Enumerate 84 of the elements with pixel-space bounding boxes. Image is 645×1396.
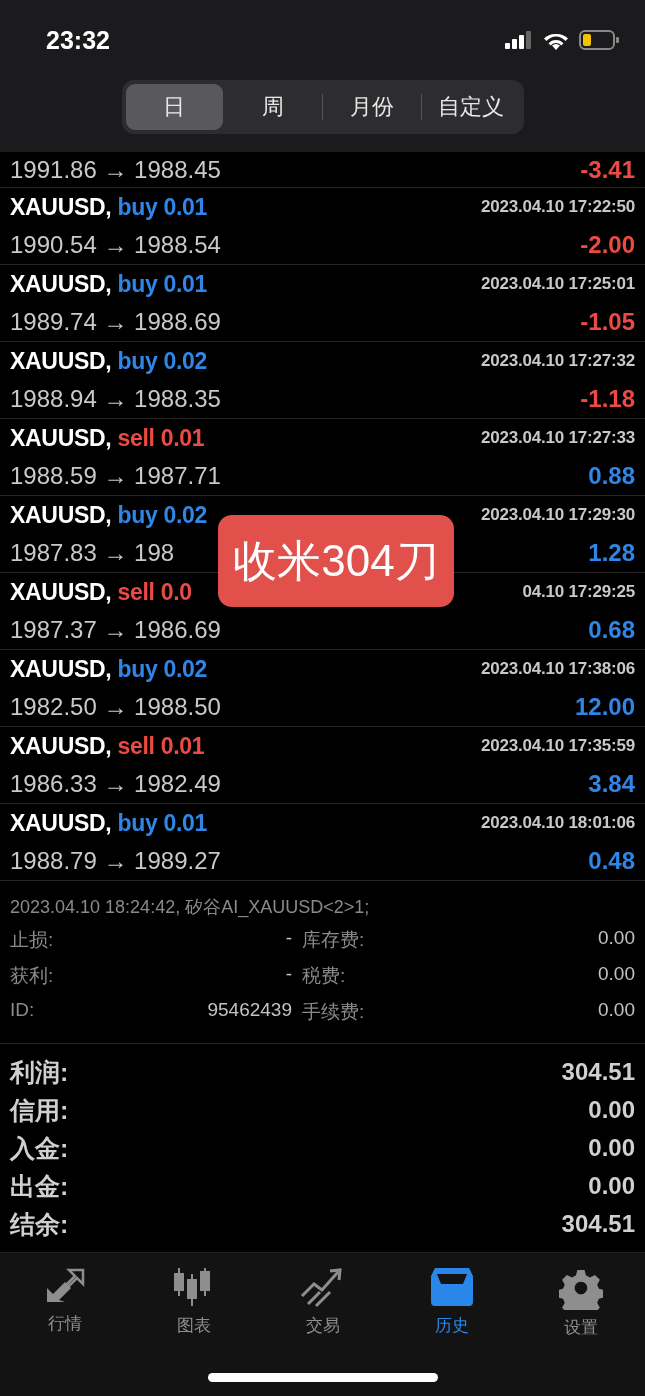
profit-value: 12.00 <box>574 693 635 721</box>
detail-value: - <box>284 963 292 986</box>
summary-label: 结余: <box>10 1208 69 1240</box>
order-label: sell 0.01 <box>117 732 205 760</box>
deal-time: 04.10 17:29:25 <box>522 582 635 602</box>
detail-label: 止损: <box>10 928 55 952</box>
profit-value: 3.84 <box>588 770 635 798</box>
profit-value: -1.05 <box>580 308 635 336</box>
detail-value: 0.00 <box>597 927 635 950</box>
deal-time: 2023.04.10 18:01:06 <box>480 813 635 833</box>
battery-icon <box>579 30 619 50</box>
price-range: 1988.94 → 1988.35 <box>10 385 221 413</box>
detail-label: 获利: <box>10 964 55 988</box>
price-range: 1988.59 → 1987.71 <box>10 462 221 490</box>
symbol-label: XAUUSD, <box>10 193 112 221</box>
profit-value: 0.88 <box>588 462 635 490</box>
detail-label: 税费: <box>302 964 347 988</box>
order-label: buy 0.01 <box>117 193 208 221</box>
deal-comment: 2023.04.10 18:24:42, 矽谷AI_XAUUSD<2>1; <box>9 896 371 920</box>
order-label: buy 0.01 <box>117 270 208 298</box>
symbol-label: XAUUSD, <box>10 270 112 298</box>
profit-value: -3.41 <box>580 155 635 184</box>
detail-value: 0.00 <box>597 963 635 986</box>
summary-value: 0.00 <box>588 1172 635 1200</box>
deal-time: 2023.04.10 17:25:01 <box>480 274 635 294</box>
nav-tab[interactable]: 交易 <box>258 1265 387 1340</box>
deal-time: 2023.04.10 17:38:06 <box>480 659 635 679</box>
profit-value: 0.68 <box>588 616 635 644</box>
summary-value: 304.51 <box>561 1058 635 1086</box>
deal-time: 2023.04.10 17:27:32 <box>480 351 635 371</box>
profit-value: -2.00 <box>580 231 635 259</box>
nav-tab[interactable]: 图表 <box>129 1265 258 1340</box>
nav-tab[interactable]: 行情 <box>0 1265 129 1340</box>
nav-tab[interactable]: 历史 <box>387 1265 516 1340</box>
price-range: 1982.50 → 1988.50 <box>10 693 221 721</box>
deal-time: 2023.04.10 17:27:33 <box>480 428 635 448</box>
price-range: 1986.33 → 1982.49 <box>10 770 221 798</box>
deal-time: 2023.04.10 17:29:30 <box>480 505 635 525</box>
detail-label: ID: <box>10 999 36 1022</box>
profit-value: 0.48 <box>588 847 635 875</box>
price-range: 1988.79 → 1989.27 <box>10 847 221 875</box>
symbol-label: XAUUSD, <box>10 347 112 375</box>
price-range: 1991.86 → 1988.45 <box>10 155 221 184</box>
profit-value: -1.18 <box>580 385 635 413</box>
summary-value: 0.00 <box>588 1134 635 1162</box>
order-label: sell 0.01 <box>117 424 205 452</box>
symbol-label: XAUUSD, <box>10 732 112 760</box>
price-range: 1987.83 → 198 <box>10 539 175 567</box>
order-label: buy 0.02 <box>117 347 208 375</box>
period-tab[interactable]: 周 <box>224 84 322 130</box>
detail-label: 库存费: <box>302 928 366 952</box>
period-tab[interactable]: 日 <box>125 84 224 130</box>
period-tab[interactable]: 自定义 <box>421 84 520 130</box>
order-label: buy 0.02 <box>117 655 208 683</box>
summary-label: 利润: <box>10 1056 69 1088</box>
symbol-label: XAUUSD, <box>10 424 112 452</box>
price-range: 1989.74 → 1988.69 <box>10 308 221 336</box>
price-range: 1987.37 → 1986.69 <box>10 616 221 644</box>
summary-value: 0.00 <box>588 1096 635 1124</box>
deal-time: 2023.04.10 17:35:59 <box>480 736 635 756</box>
detail-value: 95462439 <box>206 999 292 1022</box>
detail-value: - <box>284 927 292 950</box>
price-range: 1990.54 → 1988.54 <box>10 231 221 259</box>
order-label: sell 0.0 <box>117 578 192 606</box>
nav-tab[interactable]: 设置 <box>516 1265 645 1340</box>
inbox-icon <box>428 1266 475 1308</box>
summary-label: 出金: <box>10 1170 69 1202</box>
summary-value: 304.51 <box>561 1210 635 1238</box>
profit-value: 1.28 <box>588 539 635 567</box>
summary-label: 信用: <box>10 1094 69 1126</box>
symbol-label: XAUUSD, <box>10 501 112 529</box>
symbol-label: XAUUSD, <box>10 578 112 606</box>
period-tab[interactable]: 月份 <box>323 84 421 130</box>
caption-sticker: 收米304刀 <box>218 515 454 607</box>
symbol-label: XAUUSD, <box>10 809 112 837</box>
order-label: buy 0.01 <box>117 809 208 837</box>
status-time: 23:32 <box>46 25 110 55</box>
symbol-label: XAUUSD, <box>10 655 112 683</box>
order-label: buy 0.02 <box>117 501 208 529</box>
detail-label: 手续费: <box>302 1000 366 1024</box>
deal-time: 2023.04.10 17:22:50 <box>480 197 635 217</box>
detail-value: 0.00 <box>597 999 635 1022</box>
signal-icon <box>505 31 533 49</box>
summary-label: 入金: <box>10 1132 69 1164</box>
